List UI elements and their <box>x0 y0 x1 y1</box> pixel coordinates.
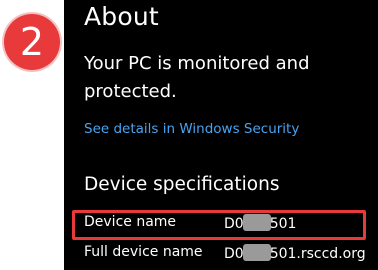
protection-status-text: Your PC is monitored and protected. <box>84 53 310 102</box>
full-device-name-value: D0 501.rsccd.org <box>224 244 366 262</box>
windows-security-link[interactable]: See details in Windows Security <box>84 121 299 137</box>
full-device-name-suffix: 501.rsccd.org <box>269 246 366 262</box>
about-settings-panel: About Your PC is monitored and protected… <box>64 0 378 270</box>
screenshot: 2 About Your PC is monitored and protect… <box>0 0 378 270</box>
full-device-name-row: Full device name D0 501.rsccd.org <box>64 240 378 268</box>
page-title: About <box>84 2 159 31</box>
full-device-name-label: Full device name <box>84 244 203 260</box>
full-device-name-prefix: D0 <box>224 246 244 262</box>
step-number-badge: 2 <box>4 14 60 70</box>
device-name-highlight-box <box>72 210 366 240</box>
device-specifications-heading: Device specifications <box>84 174 280 195</box>
redaction-block <box>242 244 271 261</box>
